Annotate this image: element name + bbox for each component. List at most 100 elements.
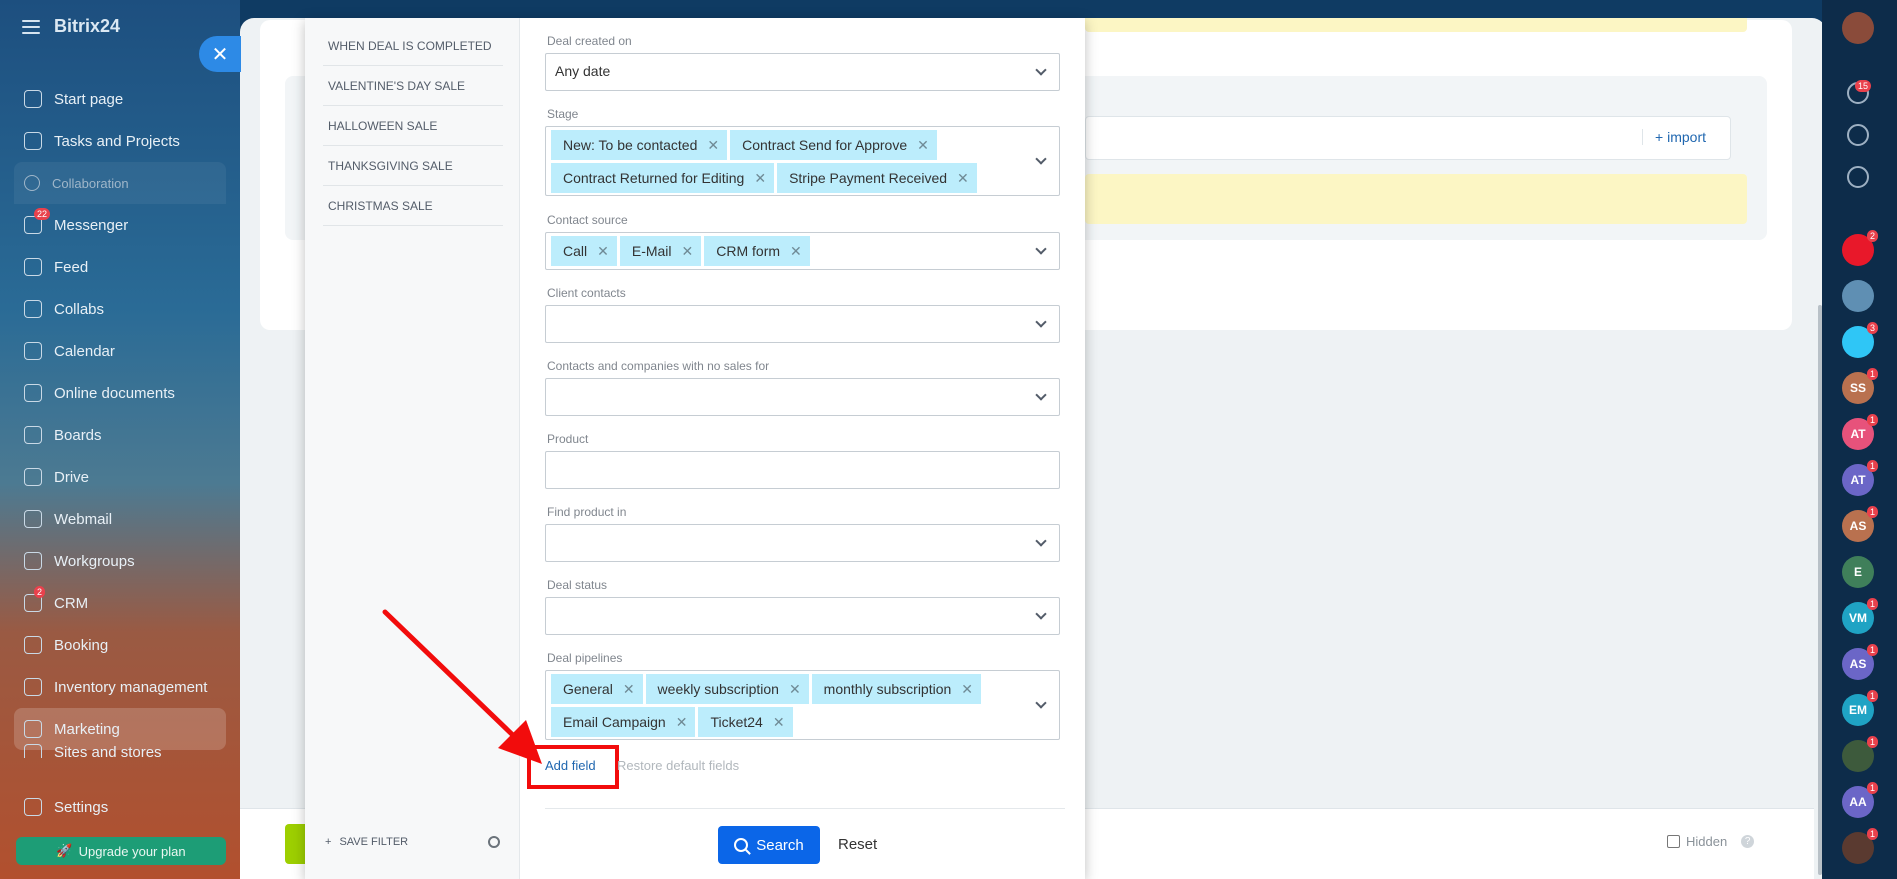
avatar[interactable]: AT 1	[1842, 414, 1878, 450]
sidebar-item-label: Drive	[54, 468, 90, 486]
copilot-icon[interactable]	[1847, 124, 1869, 146]
notification-badge: 1	[1866, 598, 1878, 610]
sidebar-item-online-documents[interactable]: Online documents	[14, 372, 226, 414]
sidebar-item-collaboration[interactable]: Collaboration	[14, 162, 226, 204]
avatar[interactable]: AS 1	[1842, 506, 1878, 542]
remove-tag-icon[interactable]: ✕	[682, 243, 694, 260]
client-contacts-select[interactable]	[545, 305, 1060, 343]
sidebar-item-label: Boards	[54, 426, 102, 444]
app-icon[interactable]: 2	[1842, 230, 1878, 266]
import-link[interactable]: + import	[1642, 129, 1706, 145]
avatar[interactable]: SS 1	[1842, 368, 1878, 404]
avatar[interactable]: EM 1	[1842, 690, 1878, 726]
add-field-link[interactable]: Add field	[545, 758, 596, 773]
remove-tag-icon[interactable]: ✕	[597, 243, 609, 260]
avatar[interactable]: VM 1	[1842, 598, 1878, 634]
preset-item[interactable]: THANKSGIVING SALE	[323, 146, 503, 186]
tag-list: General ✕ weekly subscription ✕ monthly su…	[551, 674, 1019, 737]
chat-icon[interactable]	[1847, 166, 1869, 188]
deal-status-select[interactable]	[545, 597, 1060, 635]
background-input[interactable]: + import	[1085, 116, 1731, 160]
preset-item[interactable]: CHRISTMAS SALE	[323, 186, 503, 226]
remove-tag-icon[interactable]: ✕	[707, 137, 719, 154]
avatar[interactable]: 1	[1842, 828, 1878, 864]
restore-default-fields-link[interactable]: Restore default fields	[617, 758, 739, 773]
chevron-down-icon	[1035, 64, 1047, 76]
no-sales-select[interactable]	[545, 378, 1060, 416]
product-input[interactable]	[545, 451, 1060, 489]
notification-badge: 1	[1866, 690, 1878, 702]
bell-icon[interactable]: 15	[1847, 80, 1871, 104]
avatar[interactable]: E	[1842, 556, 1874, 588]
logo[interactable]: Bitrix24	[54, 16, 120, 37]
remove-tag-icon[interactable]: ✕	[623, 681, 635, 698]
remove-tag-icon[interactable]: ✕	[754, 170, 766, 187]
logo-row: Bitrix24	[22, 16, 120, 37]
deal-created-select[interactable]: Any date	[545, 53, 1060, 91]
tasks-icon	[24, 132, 42, 150]
find-product-select[interactable]	[545, 524, 1060, 562]
sidebar-item-inventory-management[interactable]: Inventory management	[14, 666, 226, 708]
save-filter-button[interactable]: + SAVE FILTER	[325, 836, 408, 848]
notification-badge: 1	[1866, 368, 1878, 380]
sidebar-item-workgroups[interactable]: Workgroups	[14, 540, 226, 582]
notification-badge: 22	[34, 208, 51, 220]
sidebar-item-collabs[interactable]: Collabs	[14, 288, 226, 330]
close-slider-button[interactable]: ✕	[199, 36, 241, 72]
sidebar-item-drive[interactable]: Drive	[14, 456, 226, 498]
remove-tag-icon[interactable]: ✕	[961, 681, 973, 698]
remove-tag-icon[interactable]: ✕	[790, 243, 802, 260]
sidebar-item-booking[interactable]: Booking	[14, 624, 226, 666]
stage-select[interactable]: New: To be contacted ✕ Contract Send for …	[545, 126, 1060, 196]
notification-badge: 2	[1866, 230, 1878, 242]
workgroups-icon	[24, 552, 42, 570]
remove-tag-icon[interactable]: ✕	[789, 681, 801, 698]
gear-icon[interactable]	[488, 836, 500, 848]
sites-icon	[24, 744, 42, 758]
sidebar-item-start-page[interactable]: Start page	[14, 78, 226, 120]
settings-icon	[24, 798, 42, 816]
drive-icon	[24, 468, 42, 486]
sidebar-item-calendar[interactable]: Calendar	[14, 330, 226, 372]
booking-icon	[24, 636, 42, 654]
avatar[interactable]: AT 1	[1842, 460, 1878, 496]
sidebar-item-boards[interactable]: Boards	[14, 414, 226, 456]
app-icon[interactable]: 3	[1842, 322, 1878, 358]
sidebar-item-tasks-and-projects[interactable]: Tasks and Projects	[14, 120, 226, 162]
preset-item[interactable]: WHEN DEAL IS COMPLETED	[323, 26, 503, 66]
avatar[interactable]: AA 1	[1842, 782, 1878, 818]
remove-tag-icon[interactable]: ✕	[957, 170, 969, 187]
avatar[interactable]: 1	[1842, 736, 1878, 772]
help-icon[interactable]: ?	[1741, 835, 1755, 848]
contact-source-select[interactable]: Call ✕ E-Mail ✕ CRM form ✕	[545, 232, 1060, 270]
remove-tag-icon[interactable]: ✕	[917, 137, 929, 154]
sidebar-item-webmail[interactable]: Webmail	[14, 498, 226, 540]
preset-item[interactable]: VALENTINE'S DAY SALE	[323, 66, 503, 106]
deal-pipelines-select[interactable]: General ✕ weekly subscription ✕ monthly su…	[545, 670, 1060, 740]
avatar[interactable]: AS 1	[1842, 644, 1878, 680]
remove-tag-icon[interactable]: ✕	[773, 714, 785, 731]
preset-item[interactable]: HALLOWEEN SALE	[323, 106, 503, 146]
sidebar-item-feed[interactable]: Feed	[14, 246, 226, 288]
notification-badge: 1	[1866, 460, 1878, 472]
background-green-button[interactable]	[285, 824, 307, 864]
rocket-icon: 🚀	[56, 843, 73, 858]
notification-badge: 1	[1866, 414, 1878, 426]
menu-icon[interactable]	[22, 19, 40, 34]
tag-label: Stripe Payment Received	[789, 170, 948, 186]
sidebar-item-label: Collaboration	[52, 175, 129, 191]
field-label: Find product in	[547, 505, 627, 519]
checkbox-box[interactable]	[1667, 835, 1680, 848]
sidebar-item-sites-and-stores[interactable]: Sites and stores	[14, 744, 226, 758]
phone-icon[interactable]	[1842, 280, 1874, 312]
remove-tag-icon[interactable]: ✕	[676, 714, 688, 731]
sidebar-item-settings[interactable]: Settings	[14, 786, 226, 828]
sidebar-item-label: Online documents	[54, 384, 175, 402]
upgrade-button[interactable]: 🚀 Upgrade your plan	[16, 837, 226, 865]
sidebar-item-messenger[interactable]: Messenger 22	[14, 204, 226, 246]
reset-button[interactable]: Reset	[838, 836, 877, 853]
sidebar-item-crm[interactable]: CRM 2	[14, 582, 226, 624]
search-button[interactable]: Search	[718, 826, 820, 864]
avatar[interactable]	[1842, 12, 1874, 44]
hidden-checkbox[interactable]: Hidden ?	[1667, 834, 1755, 849]
